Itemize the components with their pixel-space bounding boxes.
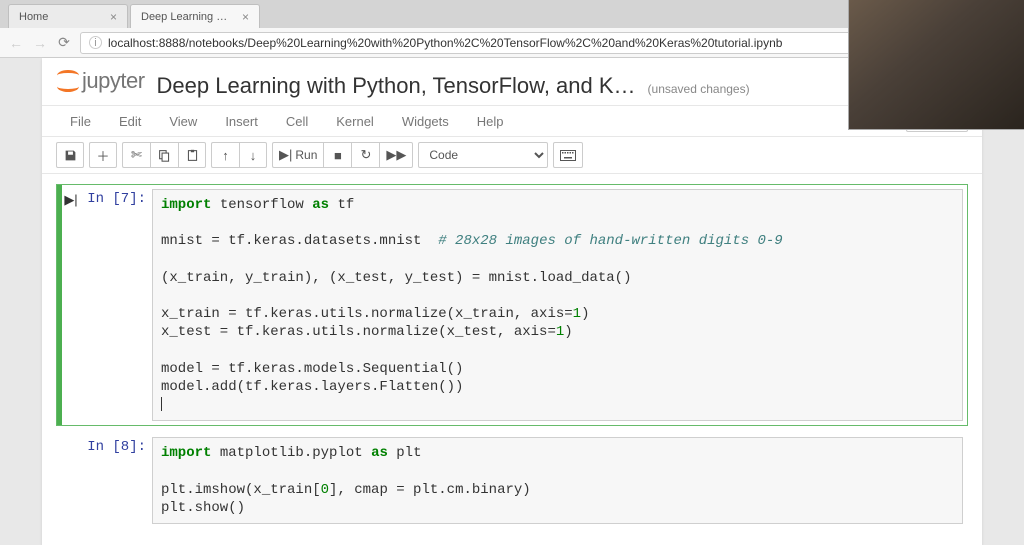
url-text: localhost:8888/notebooks/Deep%20Learning… <box>108 36 782 50</box>
menu-insert[interactable]: Insert <box>211 114 272 129</box>
fast-forward-icon: ▶▶ <box>386 147 406 163</box>
move-down-button[interactable]: ↓ <box>239 142 267 168</box>
notebook-cells: ▶| In [7]: import tensorflow as tf mnist… <box>42 174 982 545</box>
menu-widgets[interactable]: Widgets <box>388 114 463 129</box>
jupyter-logo[interactable]: jupyter <box>56 68 145 94</box>
insert-cell-button[interactable]: ＋ <box>89 142 117 168</box>
restart-icon: ↻ <box>360 147 371 163</box>
menubar: File Edit View Insert Cell Kernel Widget… <box>42 105 982 137</box>
save-button[interactable] <box>56 142 84 168</box>
jupyter-logo-icon <box>56 69 80 93</box>
cell-gutter: ▶| <box>62 185 80 425</box>
cell-prompt: In [8]: <box>80 433 152 528</box>
code-cell[interactable]: ▶| In [7]: import tensorflow as tf mnist… <box>56 184 968 426</box>
menu-kernel[interactable]: Kernel <box>322 114 388 129</box>
arrow-up-icon: ↑ <box>222 148 229 163</box>
restart-button[interactable]: ↻ <box>351 142 379 168</box>
close-icon[interactable]: × <box>242 10 249 24</box>
paste-button[interactable] <box>178 142 206 168</box>
cell-prompt: In [7]: <box>80 185 152 425</box>
menu-view[interactable]: View <box>155 114 211 129</box>
toolbar: ＋ ✄ ↑ ↓ ▶| Run ■ ↻ ▶▶ Code <box>42 137 982 174</box>
webcam-overlay <box>848 0 1024 130</box>
step-forward-icon: ▶| <box>279 147 292 163</box>
arrow-down-icon: ↓ <box>250 148 257 163</box>
forward-icon[interactable]: → <box>32 35 48 51</box>
tab-title: Home <box>19 11 102 23</box>
interrupt-button[interactable]: ■ <box>323 142 351 168</box>
save-status: (unsaved changes) <box>648 82 750 96</box>
notebook-header: jupyter Deep Learning with Python, Tenso… <box>42 58 982 105</box>
browser-tab-notebook[interactable]: Deep Learning with Pyth… × <box>130 4 260 28</box>
reload-icon[interactable]: ⟳ <box>56 34 72 51</box>
close-icon[interactable]: × <box>110 10 117 24</box>
code-cell[interactable]: In [8]: import matplotlib.pyplot as plt … <box>56 432 968 529</box>
code-editor[interactable]: import matplotlib.pyplot as plt plt.imsh… <box>152 437 963 524</box>
menu-help[interactable]: Help <box>463 114 518 129</box>
code-editor[interactable]: import tensorflow as tf mnist = tf.keras… <box>152 189 963 421</box>
notebook-app: jupyter Deep Learning with Python, Tenso… <box>42 58 982 545</box>
command-palette-button[interactable] <box>553 142 583 168</box>
move-up-button[interactable]: ↑ <box>211 142 239 168</box>
stop-icon: ■ <box>334 148 342 163</box>
run-label: Run <box>295 148 317 162</box>
jupyter-logo-text: jupyter <box>82 68 145 94</box>
menu-file[interactable]: File <box>56 114 105 129</box>
plus-icon: ＋ <box>96 146 109 165</box>
copy-icon <box>158 149 171 162</box>
cell-gutter <box>62 433 80 528</box>
browser-tab-home[interactable]: Home × <box>8 4 128 28</box>
step-forward-icon: ▶| <box>64 192 77 207</box>
info-icon[interactable]: i <box>89 36 102 49</box>
paste-icon <box>186 149 199 162</box>
scissors-icon: ✄ <box>131 147 142 163</box>
menu-edit[interactable]: Edit <box>105 114 155 129</box>
cell-type-select[interactable]: Code <box>418 142 548 168</box>
copy-button[interactable] <box>150 142 178 168</box>
restart-run-all-button[interactable]: ▶▶ <box>379 142 413 168</box>
run-button[interactable]: ▶| Run <box>272 142 323 168</box>
cut-button[interactable]: ✄ <box>122 142 150 168</box>
notebook-title[interactable]: Deep Learning with Python, TensorFlow, a… <box>157 73 636 99</box>
save-icon <box>64 149 77 162</box>
tab-title: Deep Learning with Pyth… <box>141 11 234 23</box>
back-icon[interactable]: ← <box>8 35 24 51</box>
menu-cell[interactable]: Cell <box>272 114 322 129</box>
keyboard-icon <box>560 150 576 161</box>
